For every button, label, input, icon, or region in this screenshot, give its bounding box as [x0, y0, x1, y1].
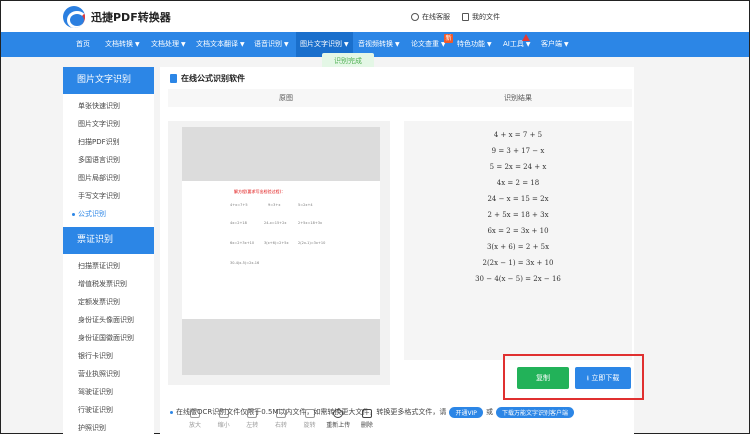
- caret-down-icon: ▼: [181, 41, 186, 48]
- sidebar-item-formula-active[interactable]: 公式识别: [63, 205, 154, 223]
- bullet-icon: [170, 410, 173, 414]
- new-badge: 新: [444, 34, 453, 43]
- logo-text: 迅捷PDF转换器: [91, 11, 171, 24]
- sidebar-item[interactable]: 扫描PDF识别: [63, 133, 154, 151]
- hot-triangle-icon: [522, 34, 530, 41]
- sidebar-item[interactable]: 增值税发票识别: [63, 275, 154, 293]
- main-content: 在线公式识别软件 原图 识别结果 解方程(要求写出检验过程)： 4+x=7+5 …: [160, 67, 644, 434]
- result-line: 5 = 2x = 24 + x: [489, 163, 547, 171]
- nav-item-doc-process[interactable]: 文档处理 ▼: [151, 32, 186, 57]
- caret-down-icon: ▼: [344, 41, 349, 48]
- preview-equation: 4x=2+18: [230, 221, 247, 225]
- caret-down-icon: ▼: [284, 41, 289, 48]
- logo[interactable]: 迅捷PDF转换器: [63, 6, 171, 28]
- caret-down-icon: ▼: [240, 41, 245, 48]
- sidebar-item[interactable]: 图片局部识别: [63, 169, 154, 187]
- preview-equation: 4+x=7+5: [230, 203, 248, 207]
- download-button[interactable]: ⭳ 立即下载: [575, 367, 631, 389]
- nav-item-home[interactable]: 首页: [76, 32, 90, 57]
- download-client-button[interactable]: 下载万能文字识别客户端: [495, 406, 574, 418]
- main-nav: 首页 文档转换 ▼ 文档处理 ▼ 文档文本翻译 ▼ 语音识别 ▼ 图片文字识别 ▼ 音视频…: [1, 32, 749, 57]
- sidebar-item[interactable]: 营业执照识别: [63, 365, 154, 383]
- upload-limit-note: 在线版OCR识别文件仅限于0.5M以内文件，如需转换更大文件，转换更多格式文件，…: [170, 405, 634, 419]
- sidebar-item[interactable]: 身份证头像面识别: [63, 311, 154, 329]
- sidebar-item[interactable]: 护照识别: [63, 419, 154, 434]
- preview-equation: 2+5x=18+3x: [298, 221, 323, 225]
- sidebar-section-tickets[interactable]: 票证识别: [63, 227, 154, 254]
- sidebar-item[interactable]: 身份证国徽面识别: [63, 329, 154, 347]
- customer-service-link[interactable]: 在线客服: [411, 12, 450, 22]
- preview-equation: 3(x+6)=2+5x: [264, 241, 289, 245]
- logo-icon: [63, 6, 85, 28]
- nav-item-client[interactable]: 客户端 ▼: [541, 32, 569, 57]
- file-icon: [462, 13, 469, 21]
- result-line: 24 − x = 15 = 2x: [487, 195, 549, 203]
- nav-item-speech[interactable]: 语音识别 ▼: [254, 32, 289, 57]
- sidebar-item[interactable]: 定额发票识别: [63, 293, 154, 311]
- page-title: 在线公式识别软件: [170, 73, 245, 84]
- nav-item-doc-convert[interactable]: 文档转换 ▼: [105, 32, 140, 57]
- result-line: 4 + x = 7 + 5: [493, 131, 543, 139]
- preview-equation: 30-4(x-5)=2x-16: [230, 261, 260, 265]
- sidebar-item[interactable]: 图片文字识别: [63, 115, 154, 133]
- sidebar-item[interactable]: 多国语言识别: [63, 151, 154, 169]
- headset-icon: [411, 13, 419, 21]
- sidebar-section-image-ocr[interactable]: 图片文字识别: [63, 67, 154, 94]
- top-links: 在线客服 我的文件: [411, 12, 500, 22]
- nav-item-translate[interactable]: 文档文本翻译 ▼: [196, 32, 245, 57]
- preview-page-title: 解方程(要求写出检验过程)：: [234, 189, 286, 194]
- result-line: 4x = 2 = 18: [496, 179, 540, 187]
- nav-item-features[interactable]: 特色功能 ▼: [457, 32, 492, 57]
- caret-down-icon: ▼: [525, 41, 531, 48]
- result-line: 30 − 4(x − 5) = 2x − 16: [475, 275, 561, 283]
- nav-item-plagiarism[interactable]: 论文查重 ▼: [411, 32, 446, 57]
- preview-equation: 9=3+x: [268, 203, 281, 207]
- sidebar-item[interactable]: 银行卡识别: [63, 347, 154, 365]
- sidebar-item[interactable]: 驾驶证识别: [63, 383, 154, 401]
- top-header: 迅捷PDF转换器 在线客服 我的文件: [1, 1, 749, 32]
- uploaded-image: 解方程(要求写出检验过程)： 4+x=7+5 9=3+x 5=2x+4 4x=2…: [182, 181, 380, 319]
- column-header-original: 原图: [168, 89, 404, 107]
- caret-down-icon: ▼: [135, 41, 140, 48]
- caret-down-icon: ▼: [395, 41, 400, 48]
- my-files-link[interactable]: 我的文件: [462, 12, 500, 22]
- column-header-result: 识别结果: [404, 89, 632, 107]
- sidebar-item[interactable]: 扫描票证识别: [63, 257, 154, 275]
- result-line: 6x = 2 = 3x + 10: [487, 227, 549, 235]
- result-line: 9 = 3 + 17 − x: [491, 147, 545, 155]
- preview-equation: 6x=2+3x+10: [230, 241, 255, 245]
- sidebar: 图片文字识别 单张快速识别 图片文字识别 扫描PDF识别 多国语言识别 图片局部…: [63, 67, 154, 434]
- preview-equation: 5=2x+4: [298, 203, 313, 207]
- result-line: 3(x + 6) = 2 + 5x: [486, 243, 550, 251]
- sidebar-item[interactable]: 手写文字识别: [63, 187, 154, 205]
- open-vip-button[interactable]: 开通VIP: [449, 406, 483, 418]
- result-line: 2 + 5x = 18 + 3x: [487, 211, 549, 219]
- sidebar-item[interactable]: 行驶证识别: [63, 401, 154, 419]
- sidebar-item[interactable]: 单张快速识别: [63, 97, 154, 115]
- result-line: 2(2x − 1) = 3x + 10: [482, 259, 554, 267]
- copy-button[interactable]: 复制: [517, 367, 569, 389]
- preview-equation: 2(2x-1)=3x+10: [298, 241, 326, 245]
- document-icon: [170, 74, 177, 83]
- original-image-panel: 解方程(要求写出检验过程)： 4+x=7+5 9=3+x 5=2x+4 4x=2…: [168, 121, 390, 429]
- preview-equation: 24-x=15+2x: [264, 221, 287, 225]
- recognition-result-panel[interactable]: 4 + x = 7 + 5 9 = 3 + 17 − x 5 = 2x = 24…: [404, 121, 632, 360]
- caret-down-icon: ▼: [487, 41, 492, 48]
- caret-down-icon: ▼: [564, 41, 569, 48]
